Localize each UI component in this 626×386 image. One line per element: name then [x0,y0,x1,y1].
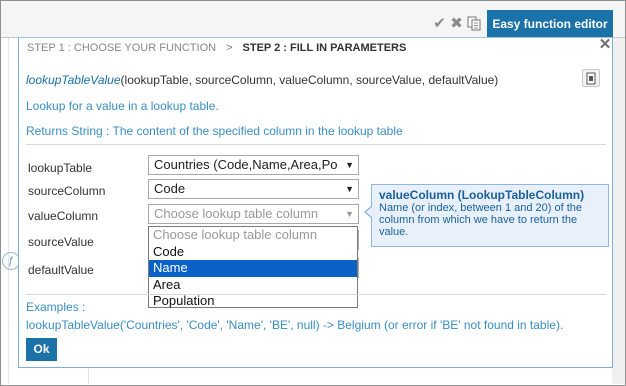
function-description: Lookup for a value in a lookup table. [26,99,219,113]
dropdown-arrow-icon: ▼ [345,209,354,219]
ok-button[interactable]: Ok [26,338,57,361]
dropdown-option-highlighted[interactable]: Name [149,260,357,277]
function-params: (lookupTable, sourceColumn, valueColumn,… [120,73,499,87]
lookuptable-select[interactable]: Countries (Code,Name,Area,Po ▼ [148,155,359,175]
examples-label: Examples : [26,300,86,314]
step-1-tab[interactable]: STEP 1 : CHOOSE YOUR FUNCTION [27,42,216,56]
check-icon[interactable]: ✔ [432,16,447,31]
top-toolbar-icons: ✔ ✖ [432,16,481,31]
dropdown-option[interactable]: Population [149,293,357,310]
sourcecolumn-select-value: Code [154,181,186,196]
sourcecolumn-select[interactable]: Code ▼ [148,179,359,199]
copy-icon[interactable] [466,16,481,31]
valuecolumn-select-placeholder: Choose lookup table column [154,206,319,221]
tooltip-title: valueColumn (LookupTableColumn) [379,188,585,202]
param-label-sourcecolumn: sourceColumn [28,184,106,198]
dropdown-option[interactable]: Code [149,244,357,261]
function-signature: lookupTableValue(lookupTable, sourceColu… [26,73,498,87]
examples-text: lookupTableValue('Countries', 'Code', 'N… [26,318,564,332]
background-divider [8,38,9,384]
function-returns: Returns String : The content of the spec… [26,124,403,138]
dropdown-option[interactable]: Area [149,277,357,294]
dropdown-arrow-icon: ▼ [345,160,354,170]
divider [26,294,606,295]
easy-function-editor-button[interactable]: Easy function editor [487,10,613,38]
divider [26,144,606,145]
x-icon[interactable]: ✖ [449,16,464,31]
param-label-valuecolumn: valueColumn [28,209,99,223]
dropdown-option[interactable]: Choose lookup table column [149,227,357,244]
param-label-sourcevalue: sourceValue [28,235,94,249]
function-name: lookupTableValue [26,73,121,87]
param-help-tooltip: valueColumn (LookupTableColumn) Name (or… [364,184,609,247]
step-separator: > [226,42,233,54]
background-panel [612,38,625,384]
wizard-steps: STEP 1 : CHOOSE YOUR FUNCTION > STEP 2 :… [27,42,406,56]
param-label-defaultvalue: defaultValue [28,263,94,277]
valuecolumn-select[interactable]: Choose lookup table column ▼ [148,204,359,224]
step-2-tab: STEP 2 : FILL IN PARAMETERS [242,42,407,54]
lookuptable-select-value: Countries (Code,Name,Area,Po [154,157,338,172]
close-icon[interactable]: ✕ [598,37,612,52]
param-label-lookuptable: lookupTable [28,161,93,175]
documentation-icon[interactable] [582,69,600,87]
valuecolumn-dropdown-list: Choose lookup table column Code Name Are… [148,226,358,308]
dropdown-arrow-icon: ▼ [345,184,354,194]
function-editor-dialog: ✕ STEP 1 : CHOOSE YOUR FUNCTION > STEP 2… [18,37,613,368]
tooltip-body: Name (or index, between 1 and 20) of the… [379,202,583,238]
